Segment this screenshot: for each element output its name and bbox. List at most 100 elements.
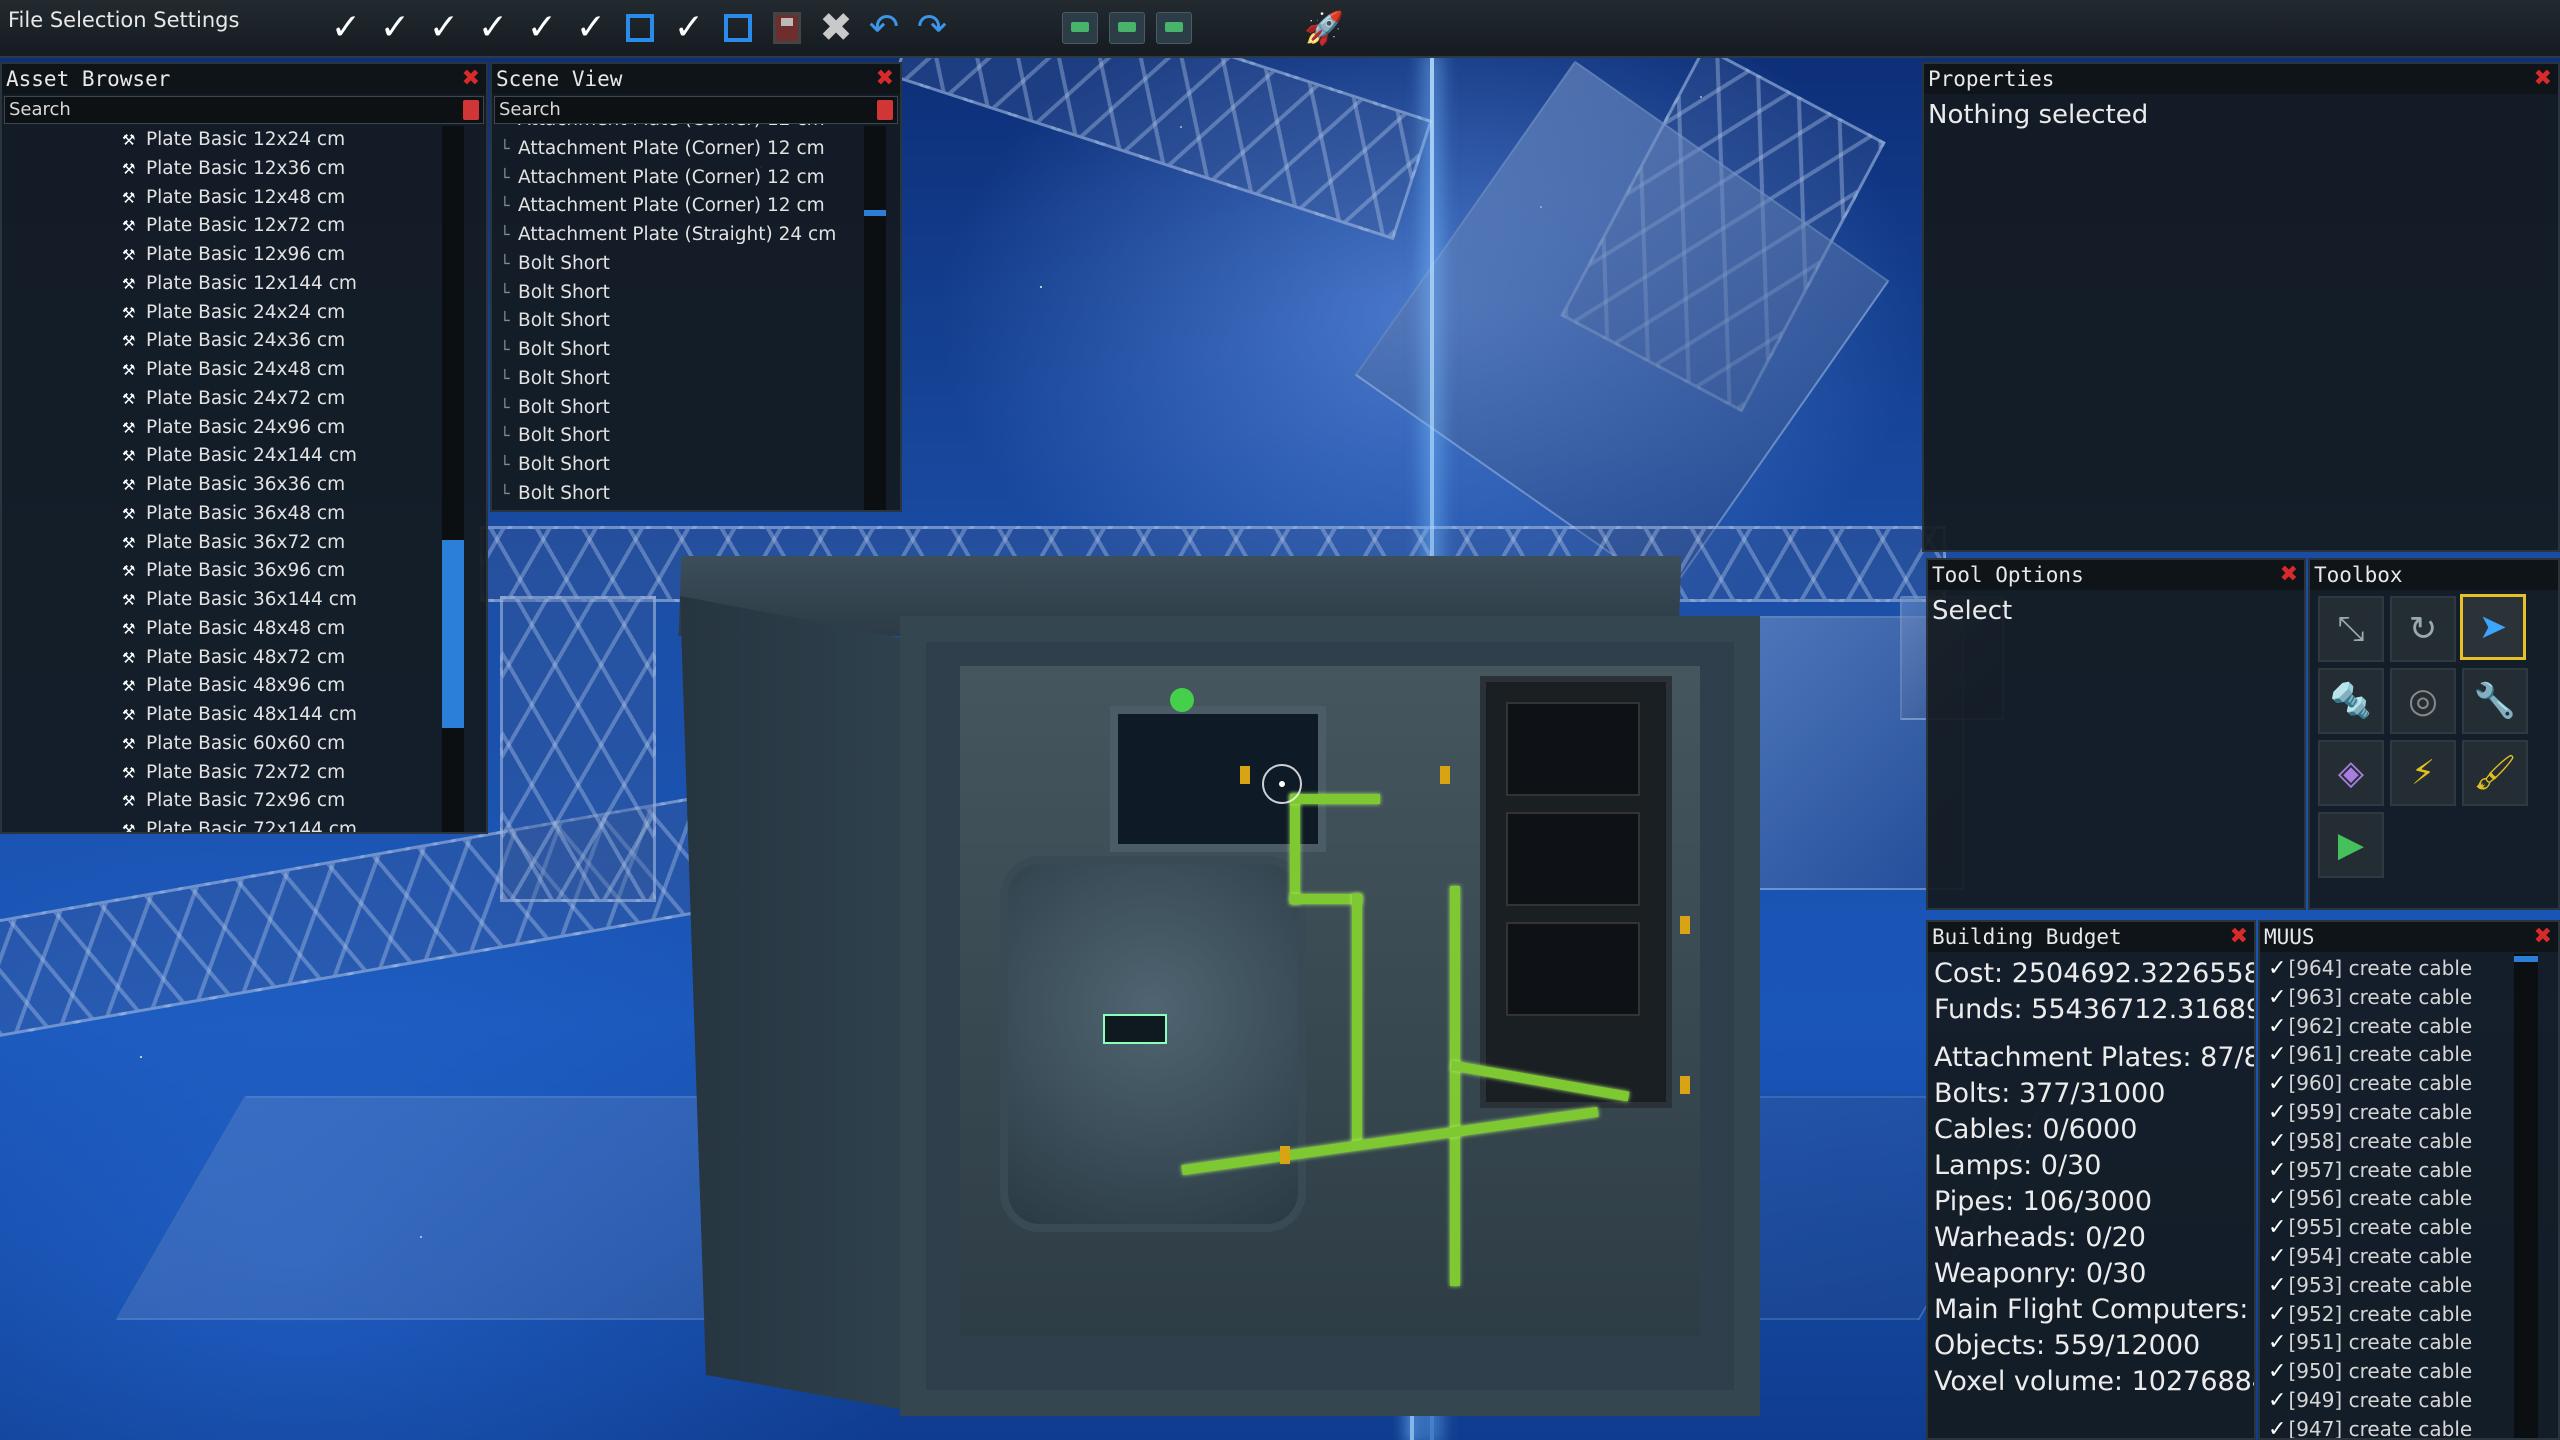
script-play-icon[interactable]: ▶ bbox=[2318, 812, 2384, 878]
scene-tree-item[interactable]: └ Bolt Short bbox=[500, 480, 610, 508]
scene-tree-item[interactable]: └ Bolt Short bbox=[500, 451, 610, 479]
square-icon[interactable] bbox=[718, 8, 758, 48]
search-input[interactable]: Search bbox=[494, 96, 898, 124]
undo-history-item[interactable]: ✓ [952] create cable bbox=[2268, 1302, 2472, 1327]
panel-title[interactable]: Building Budget bbox=[1928, 922, 2254, 952]
close-icon[interactable]: ✖ bbox=[2534, 922, 2552, 952]
panel-title[interactable]: Scene View bbox=[492, 64, 900, 94]
check-icon[interactable]: ✓ bbox=[326, 8, 366, 48]
asset-list-item[interactable]: ⚒ Plate Basic 36x72 cm bbox=[122, 529, 345, 557]
asset-list-item[interactable]: ⚒ Plate Basic 48x72 cm bbox=[122, 644, 345, 672]
undo-icon[interactable]: ↶ bbox=[862, 8, 906, 48]
cable-segment[interactable] bbox=[1450, 886, 1460, 1286]
search-input[interactable]: Search bbox=[4, 96, 484, 124]
panel-title[interactable]: Asset Browser bbox=[2, 64, 486, 94]
undo-history-item[interactable]: ✓ [954] create cable bbox=[2268, 1244, 2472, 1269]
move-axes-icon[interactable]: ⤡ bbox=[2318, 596, 2384, 662]
undo-history-item[interactable]: ✓ [950] create cable bbox=[2268, 1359, 2472, 1384]
clear-search-icon[interactable] bbox=[877, 100, 893, 120]
asset-list-item[interactable]: ⚒ Plate Basic 72x144 cm bbox=[122, 816, 357, 832]
panel-title[interactable]: Toolbox bbox=[2310, 560, 2558, 590]
asset-list-item[interactable]: ⚒ Plate Basic 48x48 cm bbox=[122, 615, 345, 643]
asset-list-item[interactable]: ⚒ Plate Basic 12x144 cm bbox=[122, 270, 357, 298]
undo-history-item[interactable]: ✓ [951] create cable bbox=[2268, 1330, 2472, 1355]
rotate-icon[interactable]: ↻ bbox=[2390, 596, 2456, 662]
scrollbar[interactable] bbox=[864, 126, 886, 510]
select-cursor-icon[interactable]: ➤ bbox=[2460, 594, 2526, 660]
close-icon[interactable]: ✖ bbox=[816, 8, 856, 48]
undo-history-item[interactable]: ✓ [958] create cable bbox=[2268, 1129, 2472, 1154]
asset-list-item[interactable]: ⚒ Plate Basic 24x48 cm bbox=[122, 356, 345, 384]
battery-rack[interactable] bbox=[1480, 676, 1672, 1108]
cable-add-icon[interactable] bbox=[1107, 8, 1147, 48]
asset-list-item[interactable]: ⚒ Plate Basic 24x144 cm bbox=[122, 442, 357, 470]
undo-history-item[interactable]: ✓ [949] create cable bbox=[2268, 1388, 2472, 1413]
check-icon[interactable]: ✓ bbox=[669, 8, 709, 48]
scrollbar-thumb[interactable] bbox=[2514, 956, 2538, 962]
cable-tool-icon[interactable] bbox=[1060, 8, 1100, 48]
cable-segment[interactable] bbox=[1352, 894, 1362, 1144]
asset-list-item[interactable]: ⚒ Plate Basic 24x24 cm bbox=[122, 299, 345, 327]
scrollbar-thumb[interactable] bbox=[864, 210, 886, 216]
asset-list-item[interactable]: ⚒ Plate Basic 12x96 cm bbox=[122, 241, 345, 269]
asset-list-item[interactable]: ⚒ Plate Basic 48x144 cm bbox=[122, 701, 357, 729]
scrollbar-thumb[interactable] bbox=[442, 540, 464, 728]
asset-list-item[interactable]: ⚒ Plate Basic 24x96 cm bbox=[122, 414, 345, 442]
undo-history-item[interactable]: ✓ [963] create cable bbox=[2268, 985, 2472, 1010]
square-icon[interactable] bbox=[620, 8, 660, 48]
cable-coil-icon[interactable]: ◎ bbox=[2390, 668, 2456, 734]
scrollbar[interactable] bbox=[2514, 954, 2538, 1438]
menu-bar[interactable]: File Selection Settings bbox=[8, 8, 239, 32]
asset-list-item[interactable]: ⚒ Plate Basic 12x72 cm bbox=[122, 212, 345, 240]
bolt-tool-icon[interactable]: 🔩 bbox=[2318, 668, 2384, 734]
panel-title[interactable]: MUUS bbox=[2260, 922, 2558, 952]
cable-segment[interactable] bbox=[1290, 794, 1380, 804]
asset-list-item[interactable]: ⚒ Plate Basic 48x96 cm bbox=[122, 672, 345, 700]
asset-list-item[interactable]: ⚒ Plate Basic 36x96 cm bbox=[122, 557, 345, 585]
close-icon[interactable]: ✖ bbox=[2230, 922, 2248, 952]
check-icon[interactable]: ✓ bbox=[571, 8, 611, 48]
asset-list-item[interactable]: ⚒ Plate Basic 12x48 cm bbox=[122, 184, 345, 212]
undo-history-item[interactable]: ✓ [955] create cable bbox=[2268, 1215, 2472, 1240]
redo-icon[interactable]: ↷ bbox=[910, 8, 954, 48]
check-icon[interactable]: ✓ bbox=[424, 8, 464, 48]
close-icon[interactable]: ✖ bbox=[2280, 560, 2298, 590]
pipe-wrench-icon[interactable]: 🔧 bbox=[2462, 668, 2528, 734]
scene-tree-item[interactable]: └ Attachment Plate (Corner) 12 cm bbox=[500, 164, 825, 192]
scene-tree-item[interactable]: └ Bolt Short bbox=[500, 394, 610, 422]
craft-hull-box[interactable] bbox=[678, 556, 1760, 1436]
undo-history-item[interactable]: ✓ [957] create cable bbox=[2268, 1158, 2472, 1183]
cable-lightning-icon[interactable]: ⚡ bbox=[2390, 740, 2456, 806]
asset-list-item[interactable]: ⚒ Plate Basic 60x60 cm bbox=[122, 730, 345, 758]
close-icon[interactable]: ✖ bbox=[2534, 64, 2552, 94]
panel-title[interactable]: Properties bbox=[1924, 64, 2558, 94]
undo-history-item[interactable]: ✓ [956] create cable bbox=[2268, 1186, 2472, 1211]
asset-list-item[interactable]: ⚒ Plate Basic 12x36 cm bbox=[122, 155, 345, 183]
asset-list-item[interactable]: ⚒ Plate Basic 72x96 cm bbox=[122, 787, 345, 815]
panel-title[interactable]: Tool Options bbox=[1928, 560, 2304, 590]
cable-segment[interactable] bbox=[1290, 794, 1300, 904]
asset-list-item[interactable]: ⚒ Plate Basic 72x72 cm bbox=[122, 759, 345, 787]
scene-tree-item[interactable]: └ Bolt Short bbox=[500, 307, 610, 335]
scene-tree-item[interactable]: └ Bolt Short bbox=[500, 365, 610, 393]
undo-history-item[interactable]: ✓ [960] create cable bbox=[2268, 1071, 2472, 1096]
close-icon[interactable]: ✖ bbox=[462, 64, 480, 94]
scrollbar[interactable] bbox=[442, 126, 464, 832]
asset-list-item[interactable]: ⚒ Plate Basic 36x36 cm bbox=[122, 471, 345, 499]
launch-rocket-icon[interactable]: 🚀 bbox=[1302, 8, 1346, 48]
asset-list-item[interactable]: ⚒ Plate Basic 12x24 cm bbox=[122, 126, 345, 154]
scene-tree-item[interactable]: └ Attachment Plate (Corner) 12 cm bbox=[500, 192, 825, 220]
asset-list-item[interactable]: ⚒ Plate Basic 36x144 cm bbox=[122, 586, 357, 614]
paint-brush-icon[interactable]: 🖌 bbox=[2462, 740, 2528, 806]
scene-tree-item[interactable]: └ Attachment Plate (Corner) 12 cm bbox=[500, 135, 825, 163]
fuel-tank[interactable] bbox=[1000, 856, 1306, 1232]
scene-tree-item[interactable]: └ Bolt Short bbox=[500, 336, 610, 364]
scene-tree-item[interactable]: └ Bolt Short bbox=[500, 250, 610, 278]
undo-history-item[interactable]: ✓ [962] create cable bbox=[2268, 1014, 2472, 1039]
check-icon[interactable]: ✓ bbox=[375, 8, 415, 48]
undo-history-item[interactable]: ✓ [961] create cable bbox=[2268, 1042, 2472, 1067]
undo-history-item[interactable]: ✓ [953] create cable bbox=[2268, 1273, 2472, 1298]
undo-history-item[interactable]: ✓ [964] create cable bbox=[2268, 956, 2472, 981]
asset-list-item[interactable]: ⚒ Plate Basic 24x72 cm bbox=[122, 385, 345, 413]
asset-list-item[interactable]: ⚒ Plate Basic 24x36 cm bbox=[122, 327, 345, 355]
